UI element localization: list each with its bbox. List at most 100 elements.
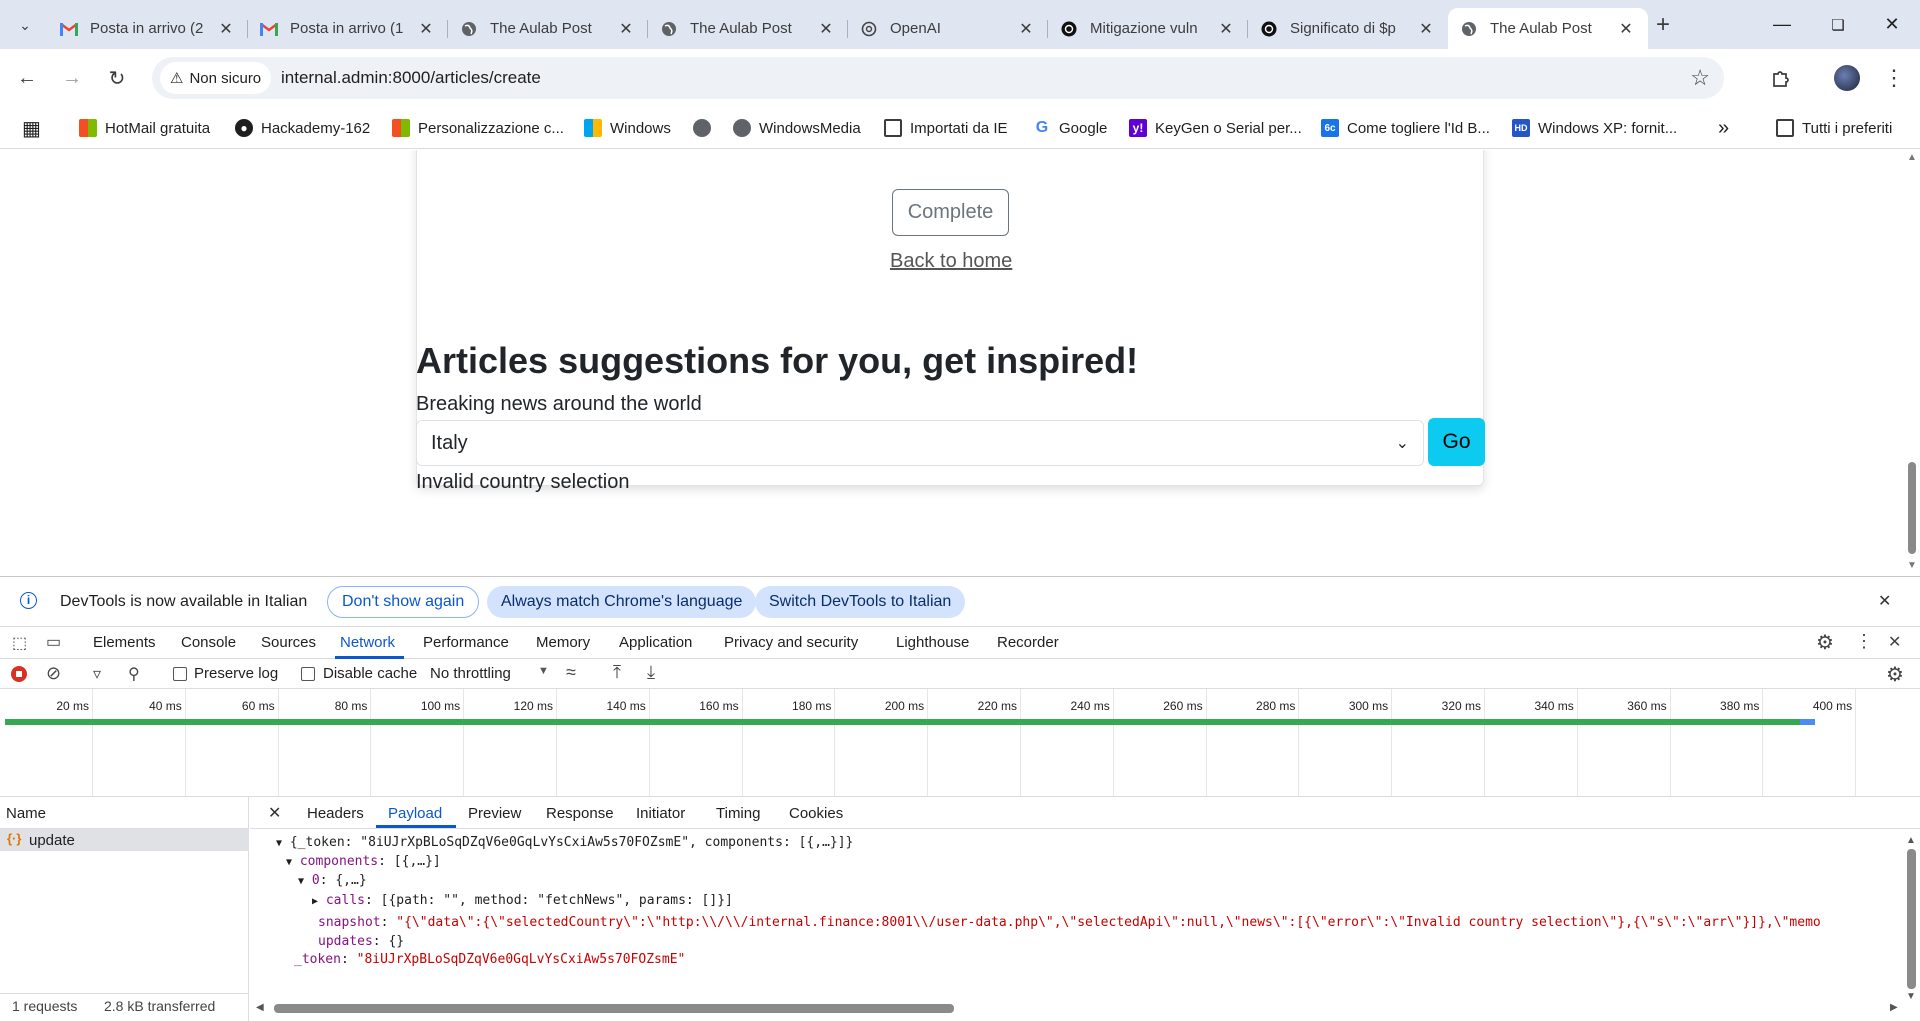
components-row[interactable]: ▼ components: [{,…}] (286, 854, 441, 869)
go-button[interactable]: Go (1428, 418, 1485, 466)
bookmark-star-icon[interactable]: ☆ (1690, 65, 1710, 91)
more-bookmarks-icon[interactable]: » (1718, 115, 1729, 141)
tab-timing[interactable]: Timing (716, 805, 760, 822)
calls-row[interactable]: ▶ calls: [{path: "", method: "fetchNews"… (312, 893, 733, 908)
bookmark-windowsmedia[interactable]: WindowsMedia (733, 115, 861, 141)
tab-2[interactable]: Posta in arrivo (1 ✕ (248, 8, 448, 49)
bookmark-come-togliere[interactable]: 6c Come togliere l'Id B... (1321, 115, 1490, 141)
match-language-button[interactable]: Always match Chrome's language (487, 586, 757, 618)
device-toolbar-icon[interactable]: ▭ (46, 632, 61, 652)
switch-to-italian-button[interactable]: Switch DevTools to Italian (755, 586, 966, 618)
reload-icon[interactable]: ↻ (100, 61, 134, 95)
name-column-header[interactable]: Name (6, 805, 46, 822)
filter-icon[interactable]: ▿ (93, 664, 101, 684)
back-to-home-link[interactable]: Back to home (890, 250, 1012, 273)
menu-kebab-icon[interactable]: ⋮ (1877, 61, 1911, 95)
url-text[interactable]: internal.admin:8000/articles/create (281, 68, 541, 88)
tab-initiator[interactable]: Initiator (636, 805, 685, 822)
tab-performance[interactable]: Performance (423, 634, 509, 651)
scroll-up-icon[interactable]: ▲ (1907, 152, 1917, 163)
record-stop-icon[interactable] (11, 666, 27, 682)
bookmark-importati[interactable]: Importati da IE (884, 115, 1008, 141)
page-scrollbar[interactable]: ▲ ▼ (1904, 150, 1920, 575)
import-har-icon[interactable]: ⤒ (613, 662, 621, 683)
close-tab-icon[interactable]: ✕ (616, 19, 636, 39)
security-chip[interactable]: ⚠ Non sicuro (160, 62, 272, 94)
close-icon[interactable]: ✕ (1878, 591, 1891, 611)
tab-payload[interactable]: Payload (388, 805, 442, 822)
close-tab-icon[interactable]: ✕ (216, 19, 236, 39)
close-tab-icon[interactable]: ✕ (1216, 19, 1236, 39)
avatar[interactable] (1830, 61, 1864, 95)
tab-cookies[interactable]: Cookies (789, 805, 843, 822)
tab-response[interactable]: Response (546, 805, 614, 822)
close-tab-icon[interactable]: ✕ (416, 19, 436, 39)
bookmark-personalizzazione[interactable]: Personalizzazione c... (392, 115, 564, 141)
disable-cache-checkbox[interactable] (301, 667, 315, 681)
payload-root-row[interactable]: ▼ {_token: "8iUJrXpBLoSqDZqV6e0GqLvYsCxi… (276, 835, 853, 850)
scroll-thumb[interactable] (1908, 462, 1916, 554)
country-select[interactable]: Italy ⌄ (416, 420, 1424, 466)
tab-lighthouse[interactable]: Lighthouse (896, 634, 969, 651)
restore-icon[interactable]: ❏ (1810, 0, 1866, 49)
tab-privacy[interactable]: Privacy and security (724, 634, 858, 651)
search-icon[interactable]: ⚲ (128, 664, 140, 684)
token-row[interactable]: _token: "8iUJrXpBLoSqDZqV6e0GqLvYsCxiAw5… (294, 952, 685, 967)
tab-8-active[interactable]: The Aulab Post ✕ (1448, 8, 1648, 49)
scroll-right-icon[interactable]: ▶ (1890, 1002, 1898, 1013)
component-0-row[interactable]: ▼ 0: {,…} (298, 873, 367, 888)
bookmark-globe[interactable] (693, 115, 719, 141)
bookmark-all[interactable]: Tutti i preferiti (1776, 115, 1892, 141)
network-settings-icon[interactable]: ⚙ (1886, 662, 1904, 687)
settings-gear-icon[interactable]: ⚙ (1816, 630, 1834, 655)
network-timeline-overview[interactable]: 20 ms 40 ms 60 ms 80 ms 100 ms 120 ms 140 ms 16… (0, 689, 1920, 797)
address-bar[interactable]: ⚠ Non sicuro internal.admin:8000/article… (152, 57, 1724, 99)
bookmark-google[interactable]: G Google (1033, 115, 1107, 141)
detail-horizontal-scroll-thumb[interactable] (274, 1004, 954, 1013)
apps-grid-icon[interactable]: ▦ (22, 115, 41, 141)
scroll-down-icon[interactable]: ▼ (1907, 560, 1917, 571)
back-icon[interactable]: ← (10, 61, 44, 95)
tab-recorder[interactable]: Recorder (997, 634, 1059, 651)
snapshot-row[interactable]: snapshot: "{\"data\":{\"selectedCountry\… (318, 915, 1821, 930)
tab-elements[interactable]: Elements (93, 634, 156, 651)
tab-1[interactable]: Posta in arrivo (2 ✕ (48, 8, 248, 49)
throttling-select[interactable]: No throttling (430, 665, 511, 682)
close-window-icon[interactable]: ✕ (1864, 0, 1920, 49)
bookmark-windows[interactable]: Windows (584, 115, 671, 141)
scroll-up-icon[interactable]: ▲ (1906, 835, 1916, 846)
tab-4[interactable]: The Aulab Post ✕ (648, 8, 848, 49)
tab-7[interactable]: Significato di $p ✕ (1248, 8, 1448, 49)
bookmark-hotmail[interactable]: HotMail gratuita (79, 115, 210, 141)
tab-network[interactable]: Network (340, 634, 395, 651)
bookmark-windows-xp[interactable]: HD Windows XP: fornit... (1512, 115, 1677, 141)
bookmark-hackademy[interactable]: ● Hackademy-162 (235, 115, 370, 141)
request-row[interactable]: {·} update (0, 829, 249, 851)
tab-memory[interactable]: Memory (536, 634, 590, 651)
tab-5[interactable]: OpenAI ✕ (848, 8, 1048, 49)
detail-vertical-scroll-thumb[interactable] (1907, 849, 1916, 989)
close-tab-icon[interactable]: ✕ (1416, 19, 1436, 39)
tab-application[interactable]: Application (619, 634, 692, 651)
bookmark-keygen[interactable]: y! KeyGen o Serial per... (1129, 115, 1302, 141)
inspect-element-icon[interactable]: ⬚ (12, 633, 27, 653)
tab-headers[interactable]: Headers (307, 805, 364, 822)
extensions-icon[interactable] (1764, 61, 1798, 95)
clear-icon[interactable]: ⊘ (46, 663, 61, 684)
close-devtools-icon[interactable]: ✕ (1888, 632, 1901, 652)
tab-3[interactable]: The Aulab Post ✕ (448, 8, 648, 49)
preserve-log-checkbox[interactable] (173, 667, 187, 681)
tab-sources[interactable]: Sources (261, 634, 316, 651)
new-tab-icon[interactable]: + (1646, 8, 1680, 42)
tab-search-icon[interactable]: ⌄ (8, 8, 42, 42)
tab-6[interactable]: Mitigazione vuln ✕ (1048, 8, 1248, 49)
complete-button[interactable]: Complete (892, 189, 1009, 236)
scroll-left-icon[interactable]: ◀ (256, 1002, 264, 1013)
wifi-conditions-icon[interactable]: ≈ (566, 662, 576, 683)
dont-show-again-button[interactable]: Don't show again (327, 586, 480, 618)
tab-preview[interactable]: Preview (468, 805, 521, 822)
close-tab-icon[interactable]: ✕ (816, 19, 836, 39)
tab-console[interactable]: Console (181, 634, 236, 651)
export-har-icon[interactable]: ⤓ (647, 662, 655, 683)
devtools-menu-icon[interactable]: ⋮ (1855, 631, 1873, 652)
